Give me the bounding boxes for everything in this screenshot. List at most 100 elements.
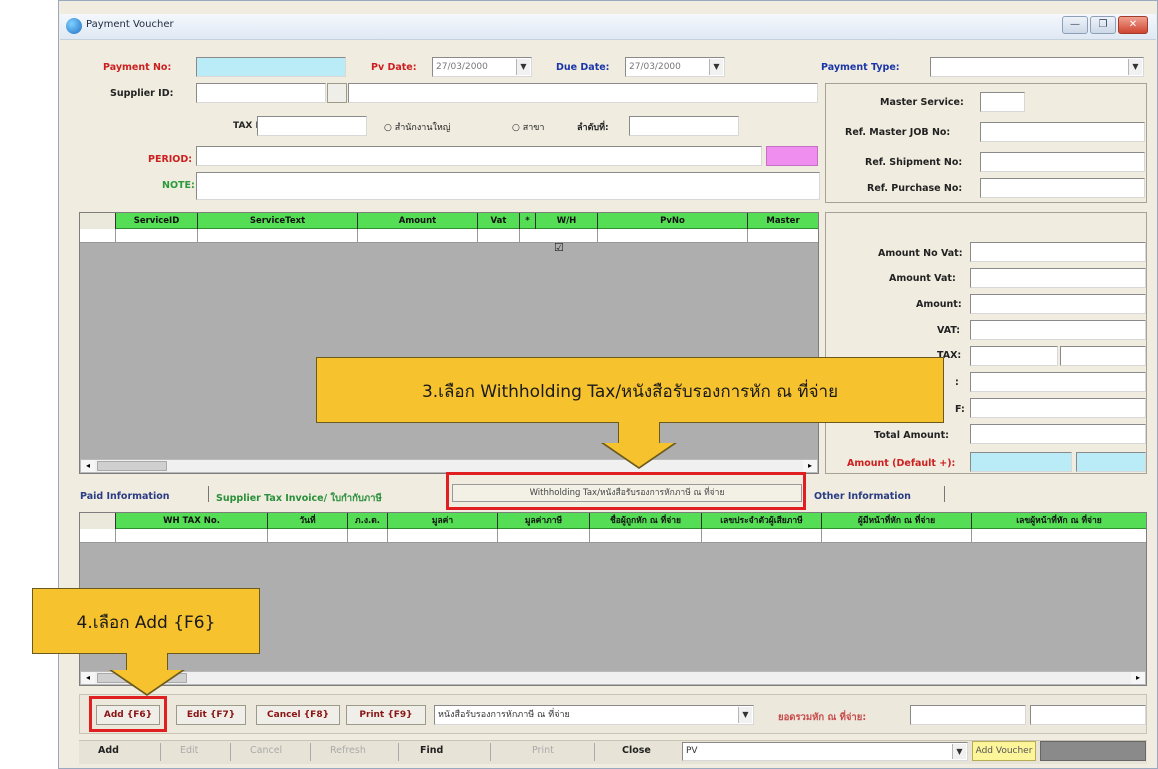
tab-supplier-tax-invoice[interactable]: Supplier Tax Invoice/ ใบกำกับภาษี bbox=[216, 491, 382, 506]
payment-type-dropdown-icon[interactable]: ▼ bbox=[1128, 59, 1142, 75]
find-button[interactable]: Find bbox=[420, 745, 443, 756]
radio-branch[interactable]: ○ สาขา bbox=[512, 120, 544, 134]
col-pnd[interactable]: ภ.ง.ด. bbox=[348, 513, 388, 529]
branch-no-field[interactable] bbox=[629, 116, 739, 136]
wh-document-select-value: หนังสือรับรองการหักภาษี ณ ที่จ่าย bbox=[438, 710, 570, 720]
scroll-right-icon[interactable]: ▸ bbox=[803, 460, 817, 472]
radio-head-office[interactable]: ○ สำนักงานใหญ่ bbox=[384, 120, 450, 134]
total-partial-field-2[interactable] bbox=[970, 398, 1146, 418]
wh-document-dropdown-icon[interactable]: ▼ bbox=[738, 707, 752, 723]
col-tax-value[interactable]: มูลค่าภาษี bbox=[498, 513, 590, 529]
pv-dropdown-icon[interactable]: ▼ bbox=[952, 744, 966, 759]
master-service-field[interactable] bbox=[980, 92, 1025, 112]
wh-scroll-right-icon[interactable]: ▸ bbox=[1131, 672, 1145, 684]
col-amount[interactable]: Amount bbox=[358, 213, 478, 229]
payment-no-field[interactable] bbox=[196, 57, 346, 77]
amount-vat-field[interactable] bbox=[970, 268, 1146, 288]
col-payee-name[interactable]: ชื่อผู้ถูกหัก ณ ที่จ่าย bbox=[590, 513, 702, 529]
maximize-button[interactable]: ❐ bbox=[1090, 16, 1116, 34]
wh-print-button[interactable]: Print {F9} bbox=[346, 705, 426, 725]
col-wh[interactable]: W/H bbox=[536, 213, 598, 229]
pv-date-field[interactable]: 27/03/2000 ▼ bbox=[432, 57, 532, 77]
period-field[interactable] bbox=[196, 146, 762, 166]
col-value[interactable]: มูลค่า bbox=[388, 513, 498, 529]
edit-button[interactable]: Edit bbox=[180, 745, 198, 756]
ref-shipment-field[interactable] bbox=[980, 152, 1145, 172]
wh-document-select[interactable]: หนังสือรับรองการหักภาษี ณ ที่จ่าย ▼ bbox=[434, 705, 754, 725]
app-globe-icon bbox=[66, 18, 82, 34]
minimize-button[interactable]: — bbox=[1062, 16, 1088, 34]
pv-select-value: PV bbox=[686, 746, 698, 756]
note-field[interactable] bbox=[196, 172, 820, 200]
amount-default-extra-field[interactable] bbox=[1076, 452, 1146, 472]
col-master[interactable]: Master bbox=[748, 213, 818, 229]
tab-other-information[interactable]: Other Information bbox=[814, 491, 911, 502]
scroll-left-icon[interactable]: ◂ bbox=[81, 460, 95, 472]
col-taxpayer-id[interactable]: เลขประจำตัวผู้เสียภาษี bbox=[702, 513, 822, 529]
amount-default-field[interactable] bbox=[970, 452, 1072, 472]
total-amount-label: Total Amount: bbox=[874, 430, 949, 441]
total-amount-field[interactable] bbox=[970, 424, 1146, 444]
supplier-name-field[interactable] bbox=[348, 83, 818, 103]
col-serviceid[interactable]: ServiceID bbox=[116, 213, 198, 229]
table-row[interactable] bbox=[80, 529, 1146, 543]
tax-amount-field[interactable] bbox=[1060, 346, 1146, 366]
due-date-dropdown-icon[interactable]: ▼ bbox=[709, 59, 723, 75]
col-withholder[interactable]: ผู้มีหน้าที่หัก ณ ที่จ่าย bbox=[822, 513, 972, 529]
pv-date-value: 27/03/2000 bbox=[436, 62, 488, 72]
supplier-lookup-button[interactable] bbox=[327, 83, 347, 103]
due-date-label: Due Date: bbox=[556, 62, 610, 73]
wh-edit-button[interactable]: Edit {F7} bbox=[176, 705, 246, 725]
withholding-tab-highlight bbox=[446, 472, 806, 510]
wh-cancel-button[interactable]: Cancel {F8} bbox=[256, 705, 340, 725]
amount-no-vat-field[interactable] bbox=[970, 242, 1146, 262]
col-withholder-id[interactable]: เลขผู้หน้าที่หัก ณ ที่จ่าย bbox=[972, 513, 1146, 529]
col-vat[interactable]: Vat bbox=[478, 213, 520, 229]
wh-total-label: ยอดรวมหัก ณ ที่จ่าย: bbox=[778, 712, 867, 723]
add-voucher-button[interactable]: Add Voucher bbox=[972, 741, 1036, 761]
close-button[interactable]: Close bbox=[622, 745, 651, 756]
ref-master-job-field[interactable] bbox=[980, 122, 1145, 142]
refresh-button[interactable]: Refresh bbox=[330, 745, 366, 756]
wh-scroll-left-icon[interactable]: ◂ bbox=[81, 672, 95, 684]
pv-select[interactable]: PV ▼ bbox=[682, 742, 968, 761]
vat-field[interactable] bbox=[970, 320, 1146, 340]
wh-total-extra-field[interactable] bbox=[1030, 705, 1146, 725]
cancel-button[interactable]: Cancel bbox=[250, 745, 282, 756]
scroll-thumb[interactable] bbox=[97, 461, 167, 471]
note-label: NOTE: bbox=[162, 180, 195, 191]
tax-rate-field[interactable] bbox=[970, 346, 1058, 366]
payment-type-select[interactable]: ▼ bbox=[930, 57, 1144, 77]
col-servicetext[interactable]: ServiceText bbox=[198, 213, 358, 229]
callout-step4-arrow-stem bbox=[126, 653, 168, 671]
col-pvno[interactable]: PvNo bbox=[598, 213, 748, 229]
ref-purchase-field[interactable] bbox=[980, 178, 1145, 198]
amount-field[interactable] bbox=[970, 294, 1146, 314]
wh-grid-hscrollbar[interactable]: ◂ ▸ bbox=[80, 671, 1146, 685]
period-color-swatch[interactable] bbox=[766, 146, 818, 166]
tab-paid-information[interactable]: Paid Information bbox=[80, 491, 170, 502]
amount-label: Amount: bbox=[916, 299, 962, 310]
col-star[interactable]: * bbox=[520, 213, 536, 229]
callout-step3-arrow-stem bbox=[618, 422, 660, 444]
print-button[interactable]: Print bbox=[532, 745, 554, 756]
service-grid-corner bbox=[80, 213, 116, 229]
supplier-id-field[interactable] bbox=[196, 83, 326, 103]
due-date-field[interactable]: 27/03/2000 ▼ bbox=[625, 57, 725, 77]
tax-id-field[interactable] bbox=[257, 116, 367, 136]
total-partial-label-1: : bbox=[955, 377, 959, 388]
add-button[interactable]: Add bbox=[98, 745, 119, 756]
pv-date-label: Pv Date: bbox=[371, 62, 417, 73]
branch-no-label: ลำดับที่: bbox=[577, 123, 609, 133]
pv-date-dropdown-icon[interactable]: ▼ bbox=[516, 59, 530, 75]
col-wh-tax-no[interactable]: WH TAX No. bbox=[116, 513, 268, 529]
total-partial-field-1[interactable] bbox=[970, 372, 1146, 392]
service-grid-hscrollbar[interactable]: ◂ ▸ bbox=[80, 459, 818, 473]
wh-checkbox[interactable]: ☑ bbox=[554, 242, 564, 253]
close-window-button[interactable]: ✕ bbox=[1118, 16, 1148, 34]
table-row[interactable] bbox=[80, 229, 818, 243]
service-grid[interactable]: ServiceID ServiceText Amount Vat * W/H P… bbox=[79, 212, 819, 474]
callout-step3-text: 3.เลือก Withholding Tax/หนังสือรับรองการ… bbox=[421, 382, 839, 402]
col-date[interactable]: วันที่ bbox=[268, 513, 348, 529]
wh-total-field[interactable] bbox=[910, 705, 1026, 725]
